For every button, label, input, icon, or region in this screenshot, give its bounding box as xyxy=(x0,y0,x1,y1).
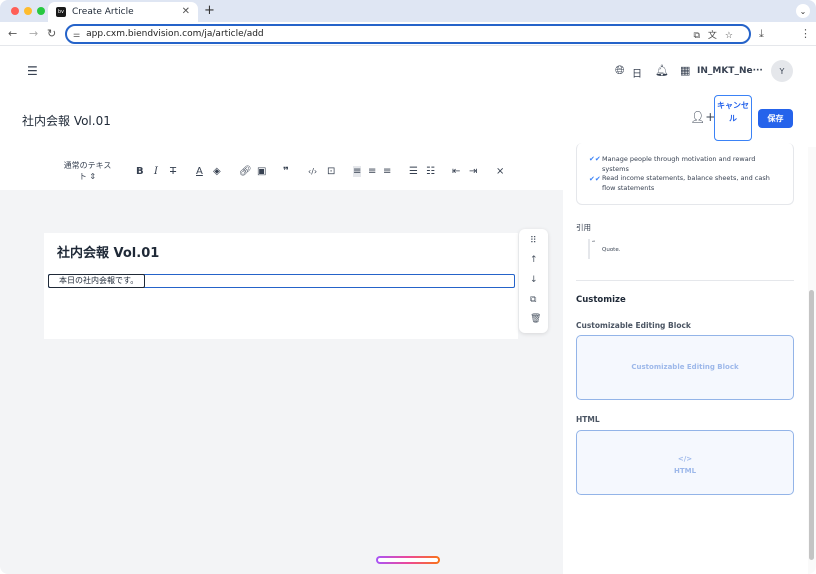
omnibox-actions-icons[interactable]: ⧉文☆ xyxy=(694,28,742,41)
close-tab-icon[interactable]: ✕ xyxy=(182,6,190,17)
text-color-icon[interactable]: A xyxy=(196,166,203,177)
code-icon: </> xyxy=(677,455,693,463)
site-info-icon[interactable]: ⚌ xyxy=(73,30,80,39)
reload-icon[interactable]: ↻ xyxy=(47,27,56,40)
url-text: app.cxm.biendvision.com/ja/article/add xyxy=(86,29,264,39)
site-favicon-icon: bv xyxy=(56,7,66,17)
bullet-list-icon[interactable]: ☰ xyxy=(409,166,418,177)
italic-icon[interactable]: I xyxy=(154,166,158,177)
html-block-text: HTML xyxy=(673,467,697,475)
align-right-icon[interactable]: ≡ xyxy=(383,166,391,177)
browser-menu-icon[interactable]: ⋮ xyxy=(800,27,811,40)
link-icon[interactable]: 🔗︎ xyxy=(239,166,252,177)
numbered-list-icon[interactable]: ☷ xyxy=(426,166,435,177)
new-tab-icon[interactable]: + xyxy=(204,3,215,18)
forward-arrow-icon[interactable]: → xyxy=(29,27,38,40)
bold-icon[interactable]: B xyxy=(136,166,144,177)
download-icon[interactable]: ⤓ xyxy=(759,27,764,41)
check-icon: ✔✔ xyxy=(589,155,601,163)
editor-heading[interactable]: 社内会報 Vol.01 xyxy=(57,242,159,261)
organization-icon: ▦ xyxy=(680,64,691,77)
clear-format-icon[interactable]: ⨯ xyxy=(496,166,504,177)
back-arrow-icon[interactable]: ← xyxy=(8,27,17,40)
image-icon[interactable]: ▣ xyxy=(257,166,266,177)
outdent-icon[interactable]: ⇤ xyxy=(452,166,460,177)
code-icon[interactable]: ‹/› xyxy=(308,167,317,176)
address-bar-row: ← → ↻ ⚌ app.cxm.biendvision.com/ja/artic… xyxy=(0,22,816,46)
highlight-icon[interactable]: ◈ xyxy=(213,166,221,177)
minimize-window-dot[interactable] xyxy=(24,7,32,15)
floating-scroll-handle[interactable] xyxy=(376,556,440,564)
close-window-dot[interactable] xyxy=(11,7,19,15)
check-icon: ✔✔ xyxy=(589,175,601,183)
zoom-window-dot[interactable] xyxy=(37,7,45,15)
quote-label: 引用 xyxy=(576,223,591,232)
move-down-icon[interactable]: ↓ xyxy=(530,275,538,285)
text-style-label: 通常のテキスト xyxy=(63,161,112,181)
globe-icon[interactable]: 🌐︎ xyxy=(615,63,625,78)
avatar[interactable]: Y xyxy=(771,60,793,82)
page-title: 社内会報 Vol.01 xyxy=(22,114,111,128)
add-user-icon[interactable]: 👤︎+ xyxy=(690,110,715,124)
custom-block-text: Customizable Editing Block xyxy=(631,363,739,371)
browser-window: bv Create Article ✕ + ⌄ ← → ↻ ⚌ app.cxm.… xyxy=(0,0,816,574)
text-style-select[interactable]: 通常のテキスト ⇕ xyxy=(60,160,115,182)
paragraph-text[interactable]: 本日の社内会報です。 xyxy=(48,274,146,288)
strikethrough-icon[interactable]: T xyxy=(170,166,176,177)
organization-name[interactable]: IN_MKT_Ne··· xyxy=(697,66,763,76)
quote-icon[interactable]: ❞ xyxy=(283,166,289,177)
tab-title: Create Article xyxy=(72,7,134,17)
list-item: Manage people through motivation and rew… xyxy=(602,155,756,173)
html-block-label: HTML xyxy=(576,415,600,424)
indent-icon[interactable]: ⇥ xyxy=(469,166,477,177)
custom-editing-block-card[interactable]: Customizable Editing Block xyxy=(576,335,794,400)
quote-mark: “ xyxy=(592,240,596,247)
quote-preview[interactable]: Quote. xyxy=(602,247,620,253)
scrollbar-thumb[interactable] xyxy=(809,290,814,560)
html-block-card[interactable]: </> HTML xyxy=(576,430,794,495)
customize-heading: Customize xyxy=(576,295,626,305)
align-left-icon[interactable]: ≡ xyxy=(353,166,362,177)
save-button[interactable]: 保存 xyxy=(758,109,793,128)
divider xyxy=(576,280,794,281)
delete-icon[interactable]: 🗑︎ xyxy=(530,314,541,324)
url-input[interactable]: ⚌ app.cxm.biendvision.com/ja/article/add… xyxy=(65,24,751,44)
tab-bar: bv Create Article ✕ + ⌄ xyxy=(0,0,816,22)
custom-block-label: Customizable Editing Block xyxy=(576,321,691,330)
drag-handle-icon[interactable]: ⠿ xyxy=(530,236,537,246)
notification-bell-icon[interactable]: 🔔︎ xyxy=(655,64,669,77)
list-item: Read income statements, balance sheets, … xyxy=(602,174,770,192)
menu-toggle-icon[interactable]: ☰ xyxy=(27,64,38,78)
move-up-icon[interactable]: ↑ xyxy=(530,255,538,265)
browser-tab[interactable]: bv Create Article ✕ xyxy=(48,2,198,22)
language-label[interactable]: 日 xyxy=(632,65,642,80)
code-block-icon[interactable]: ⊡ xyxy=(327,166,335,177)
align-center-icon[interactable]: ≡ xyxy=(368,166,376,177)
quote-bar xyxy=(588,239,590,259)
tab-search-chevron-icon[interactable]: ⌄ xyxy=(796,4,810,18)
duplicate-icon[interactable]: ⧉ xyxy=(530,295,536,305)
cancel-button[interactable]: キャンセル xyxy=(714,95,752,141)
